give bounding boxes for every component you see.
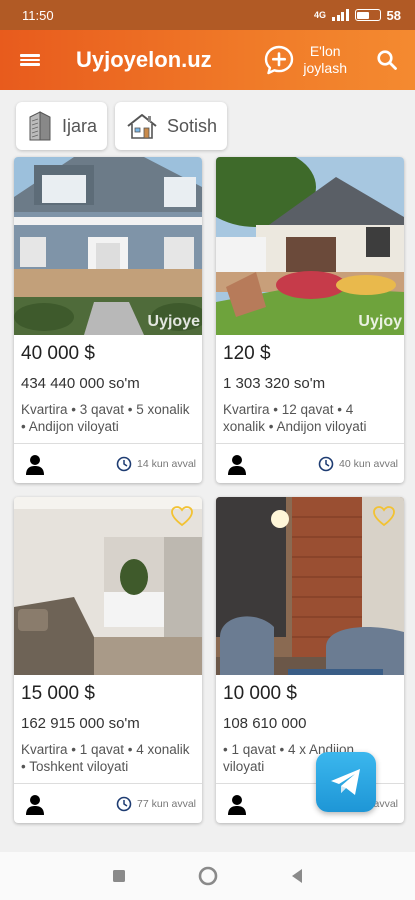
home-icon[interactable] — [198, 866, 218, 886]
menu-button[interactable] — [0, 30, 60, 90]
listing-photo — [216, 497, 404, 675]
listing-photo: Uyjoye — [14, 157, 202, 335]
listing-card[interactable]: 15 000 $ 162 915 000 so'm Kvartira • 1 q… — [14, 497, 202, 823]
user-avatar-icon[interactable] — [226, 453, 248, 475]
user-avatar-icon[interactable] — [226, 793, 248, 815]
app-title: Uyjoyelon.uz — [76, 47, 212, 72]
posted-time-text: 77 kun avval — [137, 797, 196, 810]
price-usd: 120 $ — [223, 343, 271, 364]
price-som: 434 440 000 so'm — [21, 375, 140, 392]
battery-percent: 58 — [386, 7, 401, 23]
posted-time-text: 14 kun avval — [137, 457, 196, 470]
search-icon — [377, 50, 397, 70]
add-chat-icon — [265, 45, 294, 75]
post-ad-button[interactable]: E'lon joylash — [263, 43, 347, 77]
listing-description: Kvartira • 12 qavat • 4 xonalik • Andijo… — [223, 402, 367, 434]
price-som: 162 915 000 so'm — [21, 715, 140, 732]
status-bar: 11:50 4G 58 — [0, 0, 415, 30]
price-som: 108 610 000 — [223, 715, 307, 732]
price-usd: 15 000 $ — [21, 683, 95, 704]
card-footer: 14 kun avval — [14, 443, 202, 483]
posted-time: 77 kun avval — [116, 796, 196, 812]
category-filters: Ijara Sotish — [16, 102, 228, 150]
listing-photo: Uyjoy — [216, 157, 404, 335]
filter-chip-label: Sotish — [167, 115, 218, 136]
listing-card[interactable]: Uyjoye 40 000 $ 434 440 000 so'm Kvartir… — [14, 157, 202, 483]
user-avatar-icon[interactable] — [24, 793, 46, 815]
watermark-text: Uyjoye — [147, 313, 200, 330]
house-icon — [127, 114, 157, 139]
card-footer: 77 kun avval — [14, 783, 202, 823]
price-som: 1 303 320 so'm — [223, 375, 326, 392]
clock-icon — [116, 796, 132, 811]
status-time: 11:50 — [22, 7, 54, 23]
card-footer: 40 kun avval — [216, 443, 404, 483]
listing-photo — [14, 497, 202, 675]
posted-time: 40 kun avval — [318, 456, 398, 472]
system-nav-bar — [0, 852, 415, 900]
post-ad-label-line1: E'lon — [309, 43, 341, 59]
status-icons: 4G 58 — [314, 8, 401, 23]
clock-icon — [116, 456, 132, 471]
network-type: 4G — [314, 10, 327, 20]
watermark-text: Uyjoy — [358, 313, 402, 330]
listing-description: Kvartira • 1 qavat • 4 xonalik • Toshken… — [21, 742, 190, 774]
price-usd: 10 000 $ — [223, 683, 297, 704]
building-icon — [29, 111, 51, 141]
listing-description: Kvartira • 3 qavat • 5 xonalik • Andijon… — [21, 402, 190, 434]
battery-icon — [354, 9, 381, 21]
filter-chip-sotish[interactable]: Sotish — [115, 102, 228, 150]
hamburger-icon — [20, 52, 40, 68]
listing-card[interactable]: Uyjoy 120 $ 1 303 320 so'm Kvartira • 12… — [216, 157, 404, 483]
filter-chip-label: Ijara — [62, 115, 98, 136]
app-bar: Uyjoyelon.uz E'lon joylash — [0, 30, 415, 90]
favorite-heart-icon[interactable] — [170, 505, 194, 527]
telegram-button[interactable] — [316, 752, 376, 812]
listing-grid: Uyjoye 40 000 $ 434 440 000 so'm Kvartir… — [14, 157, 404, 823]
back-icon[interactable] — [290, 868, 304, 884]
search-button[interactable] — [367, 40, 407, 80]
price-usd: 40 000 $ — [21, 343, 95, 364]
favorite-heart-icon[interactable] — [372, 505, 396, 527]
recents-icon[interactable] — [112, 869, 126, 883]
post-ad-label-line2: joylash — [303, 60, 347, 76]
filter-chip-ijara[interactable]: Ijara — [16, 102, 108, 150]
posted-time: 14 kun avval — [116, 456, 196, 472]
post-ad-label: E'lon joylash — [303, 43, 347, 77]
posted-time-text: 40 kun avval — [339, 457, 398, 470]
user-avatar-icon[interactable] — [24, 453, 46, 475]
clock-icon — [318, 456, 334, 471]
telegram-icon — [331, 769, 360, 795]
signal-icon — [332, 9, 349, 21]
